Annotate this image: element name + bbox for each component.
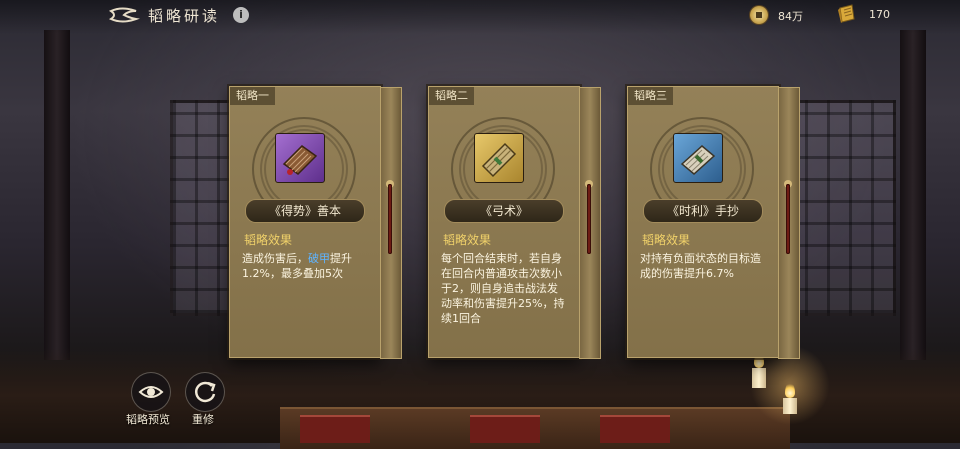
page-title: 韬略研读 xyxy=(148,7,221,25)
strategy-card-3[interactable]: 韬略三 《时利》手抄 韬略效果 对持有负面状态的目标造成的伤害提升6.7% xyxy=(627,86,800,359)
bg-pillar-left xyxy=(44,30,70,360)
card-side-rail xyxy=(778,87,800,359)
manuscript-icon[interactable] xyxy=(673,133,723,183)
strategy-card-1[interactable]: 韬略一 《得势》善本 韬略效果 造成伤害后，破甲提升1.2%，最多叠加5次 xyxy=(229,86,402,359)
effect-label: 韬略效果 xyxy=(443,233,492,247)
info-icon[interactable]: i xyxy=(233,7,249,23)
candle xyxy=(783,398,797,414)
effect-label: 韬略效果 xyxy=(642,233,691,247)
bg-red-cloth xyxy=(600,415,670,443)
eye-icon xyxy=(138,386,164,398)
card-tag: 韬略一 xyxy=(230,87,275,105)
back-button[interactable] xyxy=(108,5,140,25)
coin-icon xyxy=(750,6,768,24)
effect-label: 韬略效果 xyxy=(244,233,293,247)
scroll-value: 170 xyxy=(869,8,890,21)
card-tag: 韬略三 xyxy=(628,87,673,105)
preview-button[interactable] xyxy=(131,372,171,412)
preview-label: 韬略预览 xyxy=(126,413,170,426)
refresh-icon xyxy=(194,381,216,403)
book-name: 《得势》善本 xyxy=(245,199,365,223)
card-tag: 韬略二 xyxy=(429,87,474,105)
back-arrow-icon xyxy=(108,7,140,23)
book-icon[interactable] xyxy=(275,133,325,183)
candle xyxy=(752,368,766,388)
strategy-card-2[interactable]: 韬略二 《弓术》 韬略效果 每个回合结束时，若自身在回合内普通攻击次数小于2，则… xyxy=(428,86,601,359)
top-bar: 韬略研读 i 84万 170 xyxy=(0,0,960,34)
effect-keyword-link[interactable]: 破甲 xyxy=(308,252,330,265)
card-side-rail xyxy=(579,87,601,359)
bg-red-cloth xyxy=(300,415,370,443)
book-name: 《时利》手抄 xyxy=(643,199,763,223)
retrain-label: 重修 xyxy=(192,413,214,426)
card-side-rail xyxy=(380,87,402,359)
candle-flame xyxy=(785,382,795,398)
bamboo-scroll-icon[interactable] xyxy=(474,133,524,183)
coin-value: 84万 xyxy=(778,10,803,23)
bg-pillar-right xyxy=(900,30,926,360)
book-name: 《弓术》 xyxy=(444,199,564,223)
retrain-button[interactable] xyxy=(185,372,225,412)
bg-red-cloth xyxy=(470,415,540,443)
effect-description: 每个回合结束时，若自身在回合内普通攻击次数小于2，则自身追击战法发动率和伤害提升… xyxy=(441,252,565,325)
effect-text-pre: 造成伤害后， xyxy=(242,252,308,265)
effect-description: 造成伤害后，破甲提升1.2%，最多叠加5次 xyxy=(242,251,368,281)
effect-description: 对持有负面状态的目标造成的伤害提升6.7% xyxy=(640,252,761,280)
scroll-icon xyxy=(836,4,858,24)
